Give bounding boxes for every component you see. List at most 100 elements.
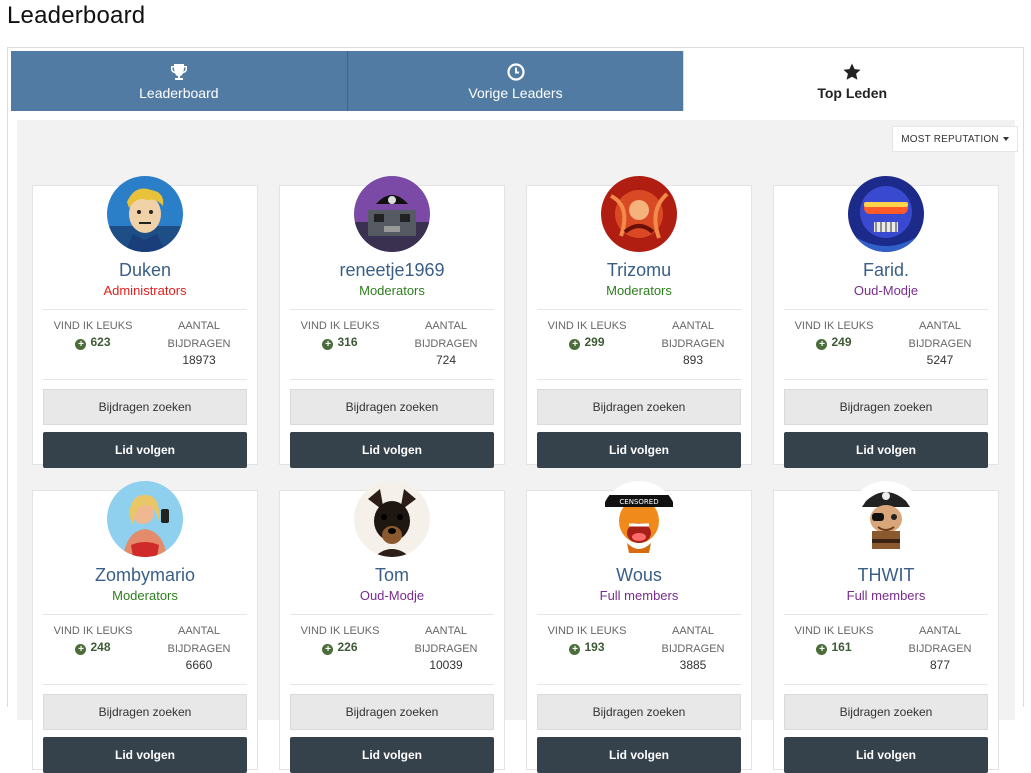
tab-top-leden[interactable]: Top Leden (683, 51, 1021, 111)
divider (43, 684, 247, 685)
user-group: Oud-Modje (853, 283, 919, 298)
search-posts-button[interactable]: Bijdragen zoeken (537, 389, 741, 425)
posts-label: AANTAL BIJDRAGEN (414, 625, 478, 655)
user-group: Oud-Modje (359, 588, 425, 603)
search-posts-button[interactable]: Bijdragen zoeken (290, 389, 494, 425)
username[interactable]: Farid. (774, 260, 998, 281)
member-card: CENSORED Wous Full members VIND IK LEUKS… (526, 481, 752, 773)
username[interactable]: reneetje1969 (280, 260, 504, 281)
divider (537, 379, 741, 380)
search-posts-button[interactable]: Bijdragen zoeken (784, 694, 988, 730)
follow-button[interactable]: Lid volgen (43, 737, 247, 773)
divider (784, 684, 988, 685)
member-card: Duken Administrators VIND IK LEUKS +623 … (32, 176, 258, 468)
likes-count: 316 (337, 335, 358, 349)
posts-count: 10039 (429, 658, 463, 672)
divider (537, 614, 741, 615)
svg-text:CENSORED: CENSORED (619, 498, 658, 506)
user-group: Moderators (359, 283, 425, 298)
posts-label: AANTAL BIJDRAGEN (908, 625, 972, 655)
posts-count: 18973 (182, 353, 216, 367)
likes-label: VIND IK LEUKS (300, 625, 380, 637)
username[interactable]: Tom (280, 565, 504, 586)
username[interactable]: Wous (527, 565, 751, 586)
masked-rider-avatar[interactable] (848, 176, 924, 252)
divider (784, 309, 988, 310)
divider (784, 379, 988, 380)
follow-button[interactable]: Lid volgen (537, 737, 741, 773)
tab-vorige-leaders[interactable]: Vorige Leaders (346, 51, 684, 111)
likes-value: +161 (784, 640, 884, 655)
game-character-avatar[interactable] (107, 481, 183, 557)
censored-smiley-avatar[interactable]: CENSORED (601, 481, 677, 557)
follow-button[interactable]: Lid volgen (43, 432, 247, 468)
member-card: THWIT Full members VIND IK LEUKS +161 AA… (773, 481, 999, 773)
username[interactable]: Duken (33, 260, 257, 281)
likes-label: VIND IK LEUKS (547, 625, 627, 637)
posts-label: AANTAL BIJDRAGEN (661, 625, 725, 655)
username[interactable]: Trizomu (527, 260, 751, 281)
follow-button[interactable]: Lid volgen (784, 737, 988, 773)
cartoon-boy-avatar[interactable] (107, 176, 183, 252)
username[interactable]: Zombymario (33, 565, 257, 586)
plus-circle-icon: + (569, 339, 581, 350)
user-group: Moderators (112, 588, 178, 603)
likes-value: +299 (537, 335, 637, 350)
follow-button[interactable]: Lid volgen (290, 737, 494, 773)
likes-value: +248 (43, 640, 143, 655)
likes-count: 623 (90, 335, 111, 349)
likes-value: +316 (290, 335, 390, 350)
pirate-ship-avatar[interactable] (354, 176, 430, 252)
follow-button[interactable]: Lid volgen (537, 432, 741, 468)
posts-count: 893 (682, 353, 704, 367)
divider (43, 614, 247, 615)
search-posts-button[interactable]: Bijdragen zoeken (43, 389, 247, 425)
posts-label: AANTAL BIJDRAGEN (414, 320, 478, 350)
likes-count: 299 (584, 335, 605, 349)
likes-count: 193 (584, 640, 605, 654)
divider (43, 309, 247, 310)
divider (537, 684, 741, 685)
trophy-icon (170, 63, 187, 80)
likes-value: +193 (537, 640, 637, 655)
member-card: Zombymario Moderators VIND IK LEUKS +248… (32, 481, 258, 773)
search-posts-button[interactable]: Bijdragen zoeken (784, 389, 988, 425)
divider (537, 309, 741, 310)
follow-button[interactable]: Lid volgen (784, 432, 988, 468)
search-posts-button[interactable]: Bijdragen zoeken (43, 694, 247, 730)
pirate-smiley-avatar[interactable] (848, 481, 924, 557)
likes-value: +249 (784, 335, 884, 350)
tab-label: Vorige Leaders (468, 84, 563, 101)
plus-circle-icon: + (816, 644, 828, 655)
search-posts-button[interactable]: Bijdragen zoeken (537, 694, 741, 730)
search-posts-button[interactable]: Bijdragen zoeken (290, 694, 494, 730)
posts-count: 877 (929, 658, 951, 672)
likes-label: VIND IK LEUKS (300, 320, 380, 332)
username[interactable]: THWIT (774, 565, 998, 586)
member-card: reneetje1969 Moderators VIND IK LEUKS +3… (279, 176, 505, 468)
plus-circle-icon: + (569, 644, 581, 655)
leaderboard-panel: Leaderboard Vorige Leaders Top Leden MOS… (7, 47, 1024, 773)
tab-leaderboard[interactable]: Leaderboard (11, 51, 347, 111)
dog-avatar[interactable] (354, 481, 430, 557)
tab-label: Top Leden (817, 84, 888, 101)
red-artwork-avatar[interactable] (601, 176, 677, 252)
member-card: Trizomu Moderators VIND IK LEUKS +299 AA… (526, 176, 752, 468)
likes-label: VIND IK LEUKS (53, 320, 133, 332)
likes-label: VIND IK LEUKS (794, 625, 874, 637)
sort-dropdown[interactable]: MOST REPUTATION (892, 126, 1018, 152)
user-group: Full members (846, 588, 926, 603)
divider (290, 379, 494, 380)
likes-count: 249 (831, 335, 852, 349)
sort-label: MOST REPUTATION (901, 133, 999, 145)
likes-count: 226 (337, 640, 358, 654)
member-card: Farid. Oud-Modje VIND IK LEUKS +249 AANT… (773, 176, 999, 468)
caret-down-icon (1002, 137, 1009, 141)
member-card: Tom Oud-Modje VIND IK LEUKS +226 AANTAL B… (279, 481, 505, 773)
divider (784, 614, 988, 615)
posts-label: AANTAL BIJDRAGEN (661, 320, 725, 350)
divider (290, 614, 494, 615)
follow-button[interactable]: Lid volgen (290, 432, 494, 468)
posts-count: 3885 (679, 658, 707, 672)
user-group: Moderators (606, 283, 672, 298)
